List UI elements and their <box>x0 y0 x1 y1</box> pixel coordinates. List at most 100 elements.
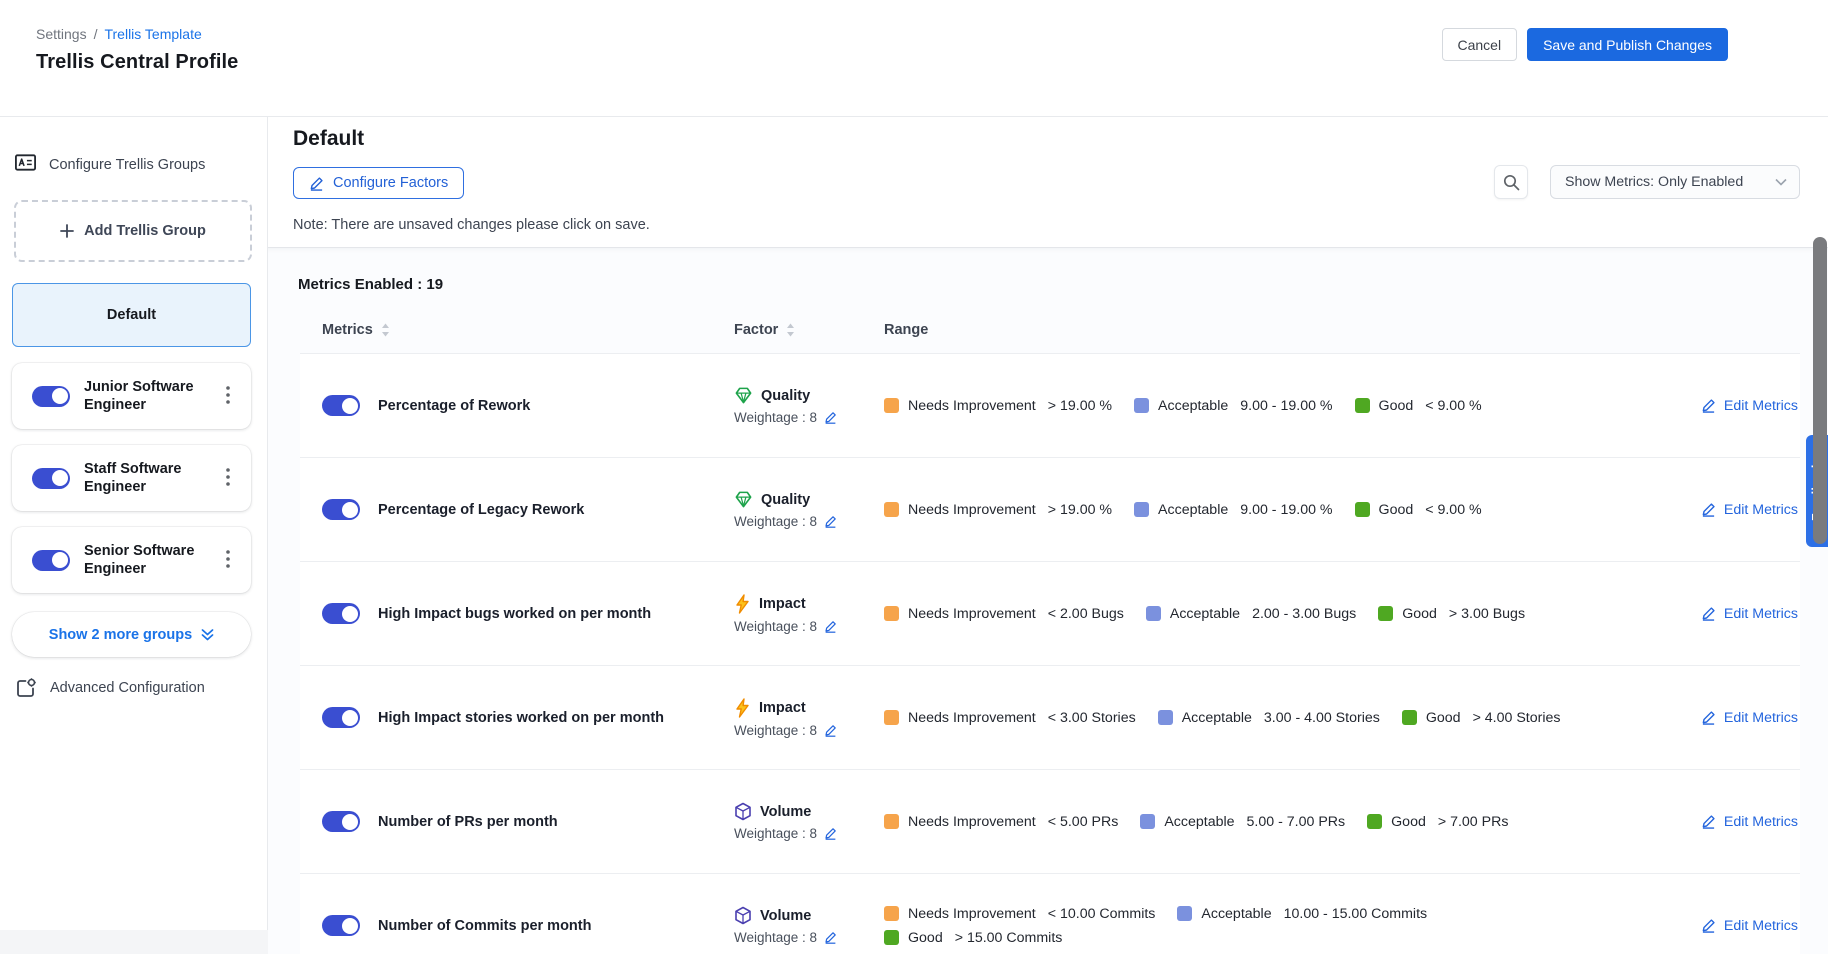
range-item: Needs Improvement > 19.00 % <box>884 502 1112 518</box>
range-label: Needs Improvement <box>908 606 1036 622</box>
enable-toggle[interactable] <box>322 499 360 520</box>
range-color-swatch <box>1134 502 1149 517</box>
edit-cell: Edit Metrics <box>1622 398 1800 414</box>
edit-metrics-link[interactable]: Edit Metrics <box>1701 814 1798 830</box>
range-value: < 5.00 PRs <box>1048 814 1119 830</box>
range-value: > 3.00 Bugs <box>1449 606 1525 622</box>
column-header-metrics[interactable]: Metrics <box>322 322 390 338</box>
edit-weightage-icon[interactable] <box>824 515 837 528</box>
range-label: Needs Improvement <box>908 398 1036 414</box>
enable-toggle[interactable] <box>322 811 360 832</box>
range-label: Good <box>908 930 943 946</box>
edit-metrics-link[interactable]: Edit Metrics <box>1701 710 1798 726</box>
metric-row: High Impact stories worked on per month I… <box>300 665 1800 769</box>
edit-weightage-icon[interactable] <box>824 931 837 944</box>
range-label: Acceptable <box>1158 502 1228 518</box>
weightage-label: Weightage : 8 <box>734 826 817 841</box>
edit-weightage-icon[interactable] <box>824 827 837 840</box>
add-trellis-group-button[interactable]: Add Trellis Group <box>14 200 252 262</box>
edit-metrics-label: Edit Metrics <box>1724 814 1798 830</box>
show-more-groups-label: Show 2 more groups <box>49 627 192 643</box>
factor: Impact <box>734 698 872 718</box>
range-cell: Needs Improvement< 10.00 CommitsAcceptab… <box>872 906 1622 946</box>
range-value: 9.00 - 19.00 % <box>1240 398 1332 414</box>
enable-toggle[interactable] <box>322 915 360 936</box>
chevron-down-icon <box>1775 178 1787 186</box>
range-item: Needs Improvement< 3.00 Stories <box>884 710 1136 726</box>
edit-metrics-link[interactable]: Edit Metrics <box>1701 502 1798 518</box>
range-item: Needs Improvement < 5.00 PRs <box>884 814 1118 830</box>
group-menu-button[interactable] <box>220 546 236 575</box>
group-card[interactable]: Staff Software Engineer <box>12 445 251 511</box>
range-item: Needs Improvement> 19.00 % <box>884 398 1112 414</box>
edit-cell: Edit Metrics <box>1622 814 1800 830</box>
enable-toggle[interactable] <box>322 603 360 624</box>
breadcrumb-trellis-template[interactable]: Trellis Template <box>104 26 201 42</box>
group-card[interactable]: Junior Software Engineer <box>12 363 251 429</box>
edit-weightage-icon[interactable] <box>824 724 837 737</box>
range-color-swatch <box>1355 502 1370 517</box>
range-value: 2.00 - 3.00 Bugs <box>1252 606 1356 622</box>
sort-icon <box>786 323 795 337</box>
enable-toggle[interactable] <box>32 386 70 407</box>
enable-toggle[interactable] <box>32 468 70 489</box>
breadcrumb-settings[interactable]: Settings <box>36 26 87 42</box>
group-menu-button[interactable] <box>220 464 236 493</box>
range-item: Good> 15.00 Commits <box>884 930 1062 946</box>
edit-cell: Edit Metrics <box>1622 710 1800 726</box>
range-label: Acceptable <box>1182 710 1252 726</box>
show-metrics-dropdown[interactable]: Show Metrics: Only Enabled <box>1550 165 1800 199</box>
range-item: Good< 9.00 % <box>1355 502 1482 518</box>
group-menu-button[interactable] <box>220 382 236 411</box>
search-icon <box>1503 174 1520 191</box>
edit-metrics-link[interactable]: Edit Metrics <box>1701 398 1798 414</box>
advanced-configuration-link[interactable]: Advanced Configuration <box>15 677 267 699</box>
column-header-factor[interactable]: Factor <box>734 322 795 338</box>
edit-icon <box>1701 814 1716 829</box>
range-item: Acceptable9.00 - 19.00 % <box>1134 502 1332 518</box>
group-card[interactable]: Senior Software Engineer <box>12 527 251 593</box>
factor-name: Impact <box>759 700 806 716</box>
range-cell: Needs Improvement > 19.00 % Acceptable9.00… <box>872 502 1622 518</box>
range-label: Acceptable <box>1170 606 1240 622</box>
quality-icon <box>734 490 753 509</box>
range-label: Good <box>1379 398 1414 414</box>
factor-cell: VolumeWeightage : 8 <box>722 802 872 841</box>
cancel-button[interactable]: Cancel <box>1442 28 1518 61</box>
enable-toggle[interactable] <box>322 707 360 728</box>
range-label: Needs Improvement <box>908 814 1036 830</box>
edit-weightage-icon[interactable] <box>824 411 837 424</box>
main-content: Default Configure Factors Note: There ar… <box>268 117 1828 954</box>
range-value: > 19.00 % <box>1048 502 1112 518</box>
advanced-configuration-icon <box>15 677 37 699</box>
double-chevron-down-icon <box>201 629 214 641</box>
metric-cell: High Impact stories worked on per month <box>322 707 722 728</box>
toggle-knob <box>52 388 68 404</box>
enable-toggle[interactable] <box>32 550 70 571</box>
range-label: Needs Improvement <box>908 502 1036 518</box>
toggle-knob <box>342 814 358 830</box>
configure-factors-button[interactable]: Configure Factors <box>293 167 464 199</box>
edit-metrics-link[interactable]: Edit Metrics <box>1701 606 1798 622</box>
edit-metrics-link[interactable]: Edit Metrics <box>1701 918 1798 934</box>
factor: Volume <box>734 906 872 925</box>
save-and-publish-button[interactable]: Save and Publish Changes <box>1527 28 1728 61</box>
vertical-scrollbar[interactable] <box>1813 237 1827 544</box>
plus-icon <box>60 224 74 238</box>
sort-icon <box>381 323 390 337</box>
group-card-default[interactable]: Default <box>12 283 251 347</box>
trellis-central-profile-page: Settings / Trellis Template Trellis Cent… <box>0 0 1828 954</box>
main-top-panel: Default Configure Factors Note: There ar… <box>268 117 1828 247</box>
kebab-icon <box>226 550 230 571</box>
edit-cell: Edit Metrics <box>1622 502 1800 518</box>
show-more-groups-button[interactable]: Show 2 more groups <box>12 612 251 657</box>
kebab-icon <box>226 468 230 489</box>
enable-toggle[interactable] <box>322 395 360 416</box>
range-value: 10.00 - 15.00 Commits <box>1284 906 1428 922</box>
search-button[interactable] <box>1494 165 1528 199</box>
range-item: Needs Improvement< 2.00 Bugs <box>884 606 1124 622</box>
edit-weightage-icon[interactable] <box>824 620 837 633</box>
range-item: Acceptable3.00 - 4.00 Stories <box>1158 710 1380 726</box>
range-item: Needs Improvement< 10.00 Commits <box>884 906 1155 922</box>
metric-row: Percentage of ReworkQualityWeightage : 8… <box>300 353 1800 457</box>
